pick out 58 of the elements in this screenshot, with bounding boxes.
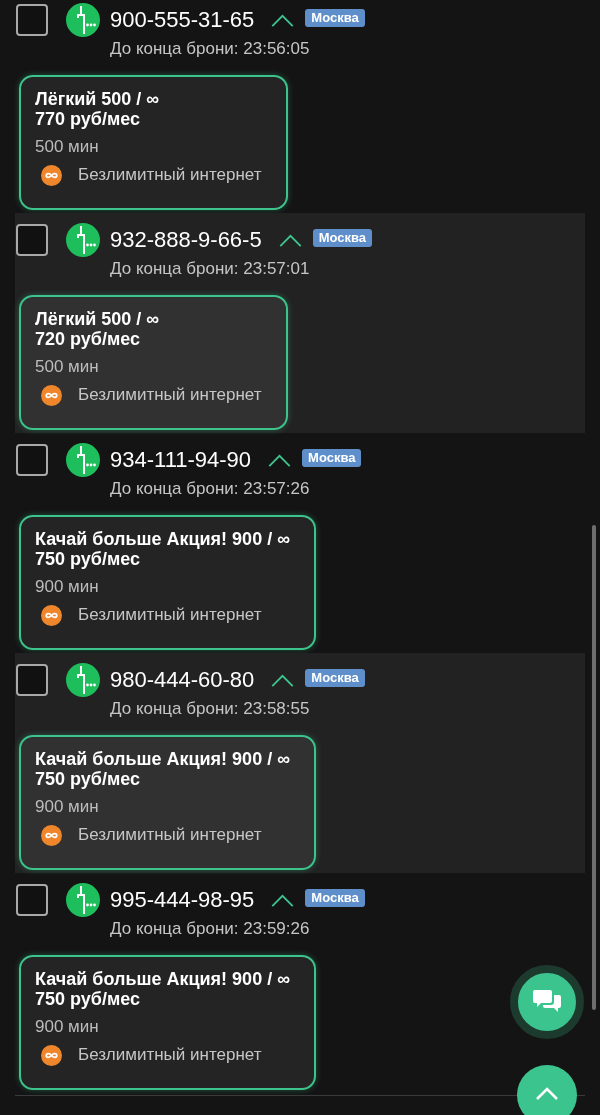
region-badge: Москва [305,9,365,27]
internet-text: Безлимитный интернет [78,165,262,185]
region-badge: Москва [312,229,373,247]
internet-text: Безлимитный интернет [78,605,262,625]
reservation-timer: До конца брони: 23:58:55 [110,698,310,720]
logo-icon [66,443,100,477]
scrollbar[interactable] [592,525,596,1010]
internet-text: Безлимитный интернет [78,825,262,845]
phone-number: 934-111-94-90 [110,446,252,474]
internet-text: Безлимитный интернет [78,385,262,405]
region-badge: Москва [305,669,365,687]
minutes-text: 900 мин [35,797,99,817]
chevron-up-icon[interactable] [271,893,295,907]
infinity-icon [41,384,62,406]
logo-icon [66,663,100,697]
chevron-up-icon[interactable] [278,233,302,247]
minutes-text: 500 мин [35,137,99,157]
phone-number: 932-888-9-66-5 [110,226,262,254]
minutes-text: 500 мин [35,357,99,377]
minutes-text: 900 мин [35,577,99,597]
tariff-name: Лёгкий 500 / ∞ [35,89,160,109]
reservation-timer: До конца брони: 23:57:26 [110,478,310,500]
infinity-icon [41,604,62,626]
chevron-up-icon[interactable] [268,453,292,467]
infinity-icon [41,1044,62,1066]
tariff-name: Лёгкий 500 / ∞ [35,309,160,329]
region-badge: Москва [305,889,365,907]
minutes-text: 900 мин [35,1017,99,1037]
logo-icon [66,3,100,37]
chevron-up-icon[interactable] [271,673,295,687]
checkbox[interactable] [16,664,48,696]
checkbox[interactable] [16,224,48,256]
internet-text: Безлимитный интернет [78,1045,262,1065]
tariff-price: 750 руб/мес [35,989,141,1009]
chevron-up-icon[interactable] [271,13,295,27]
phone-number: 995-444-98-95 [110,886,255,914]
checkbox[interactable] [16,884,48,916]
region-badge: Москва [302,449,362,467]
infinity-icon [41,824,62,846]
scroll-top-button[interactable] [517,1065,577,1115]
tariff-price: 770 руб/мес [35,109,141,129]
phone-number: 980-444-60-80 [110,666,255,694]
checkbox[interactable] [16,4,48,36]
tariff-name: Качай больше Акция! 900 / ∞ [35,969,290,989]
infinity-icon [41,164,62,186]
reservation-timer: До конца брони: 23:57:01 [110,258,310,280]
tariff-price: 750 руб/мес [35,769,141,789]
tariff-price: 720 руб/мес [35,329,141,349]
tariff-price: 750 руб/мес [35,549,141,569]
chevron-up-icon [535,1087,559,1101]
reservation-timer: До конца брони: 23:59:26 [110,918,310,940]
logo-icon [66,883,100,917]
tariff-name: Качай больше Акция! 900 / ∞ [35,749,290,769]
tariff-name: Качай больше Акция! 900 / ∞ [35,529,290,549]
phone-number: 900-555-31-65 [110,6,255,34]
checkbox[interactable] [16,444,48,476]
reservation-timer: До конца брони: 23:56:05 [110,38,310,60]
logo-icon [66,223,100,257]
